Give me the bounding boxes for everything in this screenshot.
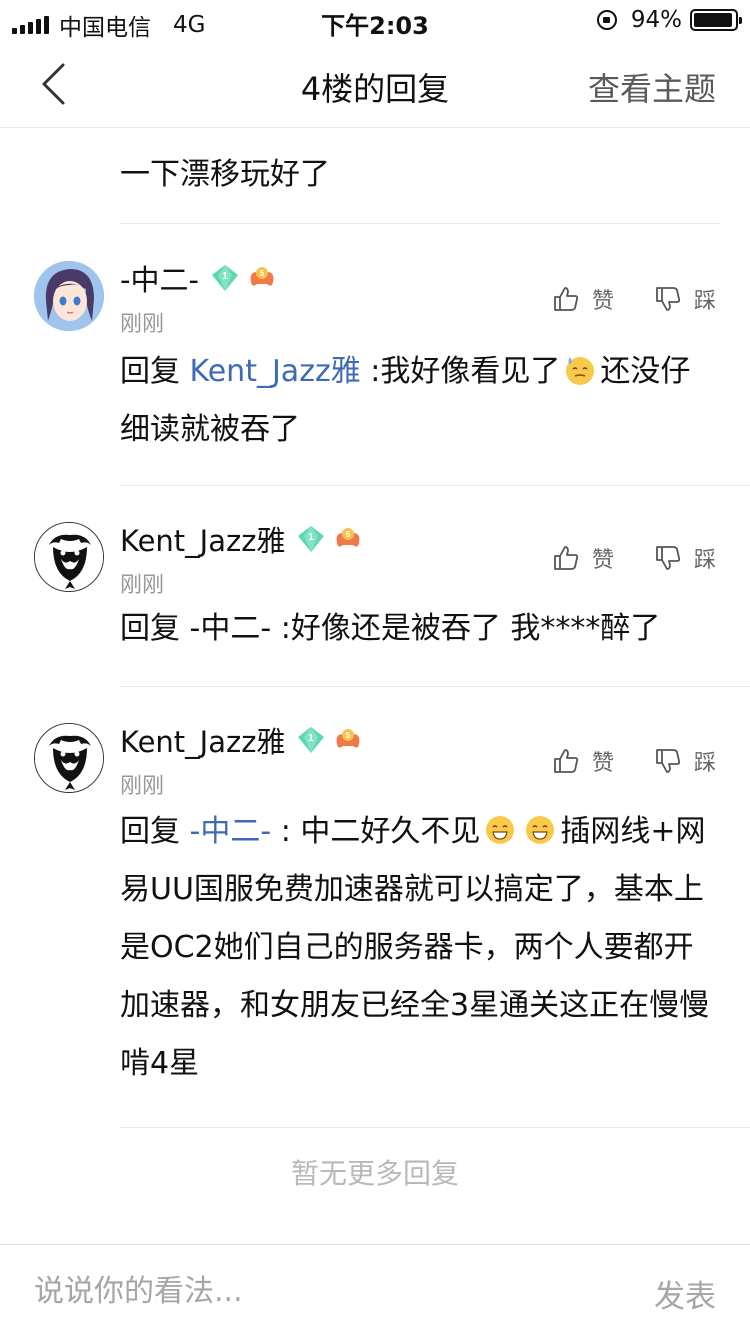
- battery-percent: 94%: [630, 7, 682, 33]
- reply-time: 刚刚: [120, 573, 165, 598]
- reply-actions: 赞 踩: [552, 542, 716, 574]
- gamepad-level-icon: 5: [250, 267, 274, 286]
- thumbs-down-icon: [656, 546, 681, 570]
- dislike-button[interactable]: 踩: [654, 542, 716, 574]
- like-label: 赞: [591, 751, 614, 776]
- reply-item: Kent_Jazz雅 1 5 刚刚 赞 踩 回复 -中二- :好像还是被吞了 我…: [0, 486, 750, 686]
- reply-text-a: :我好像看见了: [360, 354, 561, 389]
- username-row: Kent_Jazz雅 1 5: [120, 719, 363, 761]
- mention-link[interactable]: -中二-: [190, 814, 272, 849]
- thumbs-up-icon: [554, 287, 579, 311]
- reply-actions: 赞 踩: [552, 745, 716, 777]
- sweat-emoji-icon: [566, 357, 595, 385]
- username[interactable]: -中二-: [120, 257, 199, 299]
- reply-prefix: 回复: [120, 354, 190, 389]
- gem-level-text: 1: [309, 532, 315, 543]
- reply-item: -中二- 1 5 刚刚 赞 踩 回复 Kent_Jazz雅 :我好像看见了 还没仔…: [0, 225, 750, 485]
- username-row: Kent_Jazz雅 1 5: [120, 518, 363, 560]
- reply-text-a: : 中二好久不见: [271, 814, 481, 849]
- battery-icon: [690, 9, 742, 31]
- status-right: 94%: [596, 7, 742, 33]
- reply-time: 刚刚: [120, 312, 165, 337]
- gamepad-level-icon: 5: [337, 729, 360, 748]
- status-bar: 中国电信 4G 下午2:03 94%: [0, 0, 750, 41]
- grin-emoji-icon: [486, 816, 515, 844]
- gem-level-text: 1: [309, 733, 315, 744]
- dislike-label: 踩: [693, 548, 716, 573]
- view-topic-button[interactable]: 查看主题: [588, 64, 716, 110]
- thumbs-up-icon: [554, 546, 579, 570]
- gem-level-text: 1: [222, 271, 228, 282]
- reply-text: 回复 Kent_Jazz雅 :我好像看见了 还没仔细读就被吞了: [120, 343, 720, 459]
- reply-text-b: 插网线+网易UU国服免费加速器就可以搞定了，基本上是OC2她们自己的服务器卡，两…: [120, 814, 710, 1081]
- like-label: 赞: [591, 289, 614, 314]
- reply-item: Kent_Jazz雅 1 5 刚刚 赞 踩 回复 -中二- : 中二好久不见 插网…: [0, 687, 750, 1127]
- dislike-label: 踩: [693, 751, 716, 776]
- publish-button[interactable]: 发表: [654, 1271, 716, 1316]
- like-button[interactable]: 赞: [552, 542, 614, 574]
- comment-input[interactable]: [34, 1271, 554, 1311]
- like-button[interactable]: 赞: [552, 745, 614, 777]
- dislike-button[interactable]: 踩: [654, 283, 716, 315]
- like-label: 赞: [591, 548, 614, 573]
- avatar[interactable]: [34, 723, 104, 793]
- gem-level-icon: 1: [298, 727, 325, 753]
- mention-link[interactable]: Kent_Jazz雅: [190, 354, 361, 389]
- reply-time: 刚刚: [120, 774, 165, 799]
- game-level-text: 5: [346, 530, 351, 539]
- avatar[interactable]: [34, 522, 104, 592]
- comment-bar: 发表: [0, 1244, 750, 1334]
- gem-level-icon: 1: [211, 265, 238, 291]
- reply-text: 回复 -中二- : 中二好久不见 插网线+网易UU国服免费加速器就可以搞定了，基本…: [120, 803, 720, 1093]
- previous-reply-tail: 一下漂移玩好了: [120, 129, 720, 224]
- thumbs-down-icon: [656, 287, 681, 311]
- no-more-replies-text: 暂无更多回复: [290, 1157, 459, 1190]
- reply-prefix: 回复: [120, 814, 190, 849]
- gamepad-level-icon: 5: [337, 528, 360, 547]
- username-row: -中二- 1 5: [120, 257, 277, 299]
- thumbs-down-icon: [656, 749, 681, 773]
- username[interactable]: Kent_Jazz雅: [120, 518, 285, 560]
- game-level-text: 5: [260, 269, 265, 278]
- grin-emoji-icon: [526, 816, 555, 844]
- previous-reply-text: 一下漂移玩好了: [120, 157, 330, 192]
- divider: [120, 1127, 750, 1128]
- game-level-text: 5: [346, 731, 351, 740]
- rotation-lock-icon: [596, 10, 617, 30]
- dislike-label: 踩: [693, 289, 716, 314]
- reply-text: 回复 -中二- :好像还是被吞了 我****醉了: [120, 611, 661, 646]
- gem-level-icon: 1: [298, 526, 325, 552]
- like-button[interactable]: 赞: [552, 283, 614, 315]
- nav-bar: 4楼的回复 查看主题: [0, 40, 750, 128]
- thumbs-up-icon: [554, 749, 579, 773]
- reply-actions: 赞 踩: [552, 283, 716, 315]
- username[interactable]: Kent_Jazz雅: [120, 719, 285, 761]
- avatar[interactable]: [34, 261, 104, 331]
- dislike-button[interactable]: 踩: [654, 745, 716, 777]
